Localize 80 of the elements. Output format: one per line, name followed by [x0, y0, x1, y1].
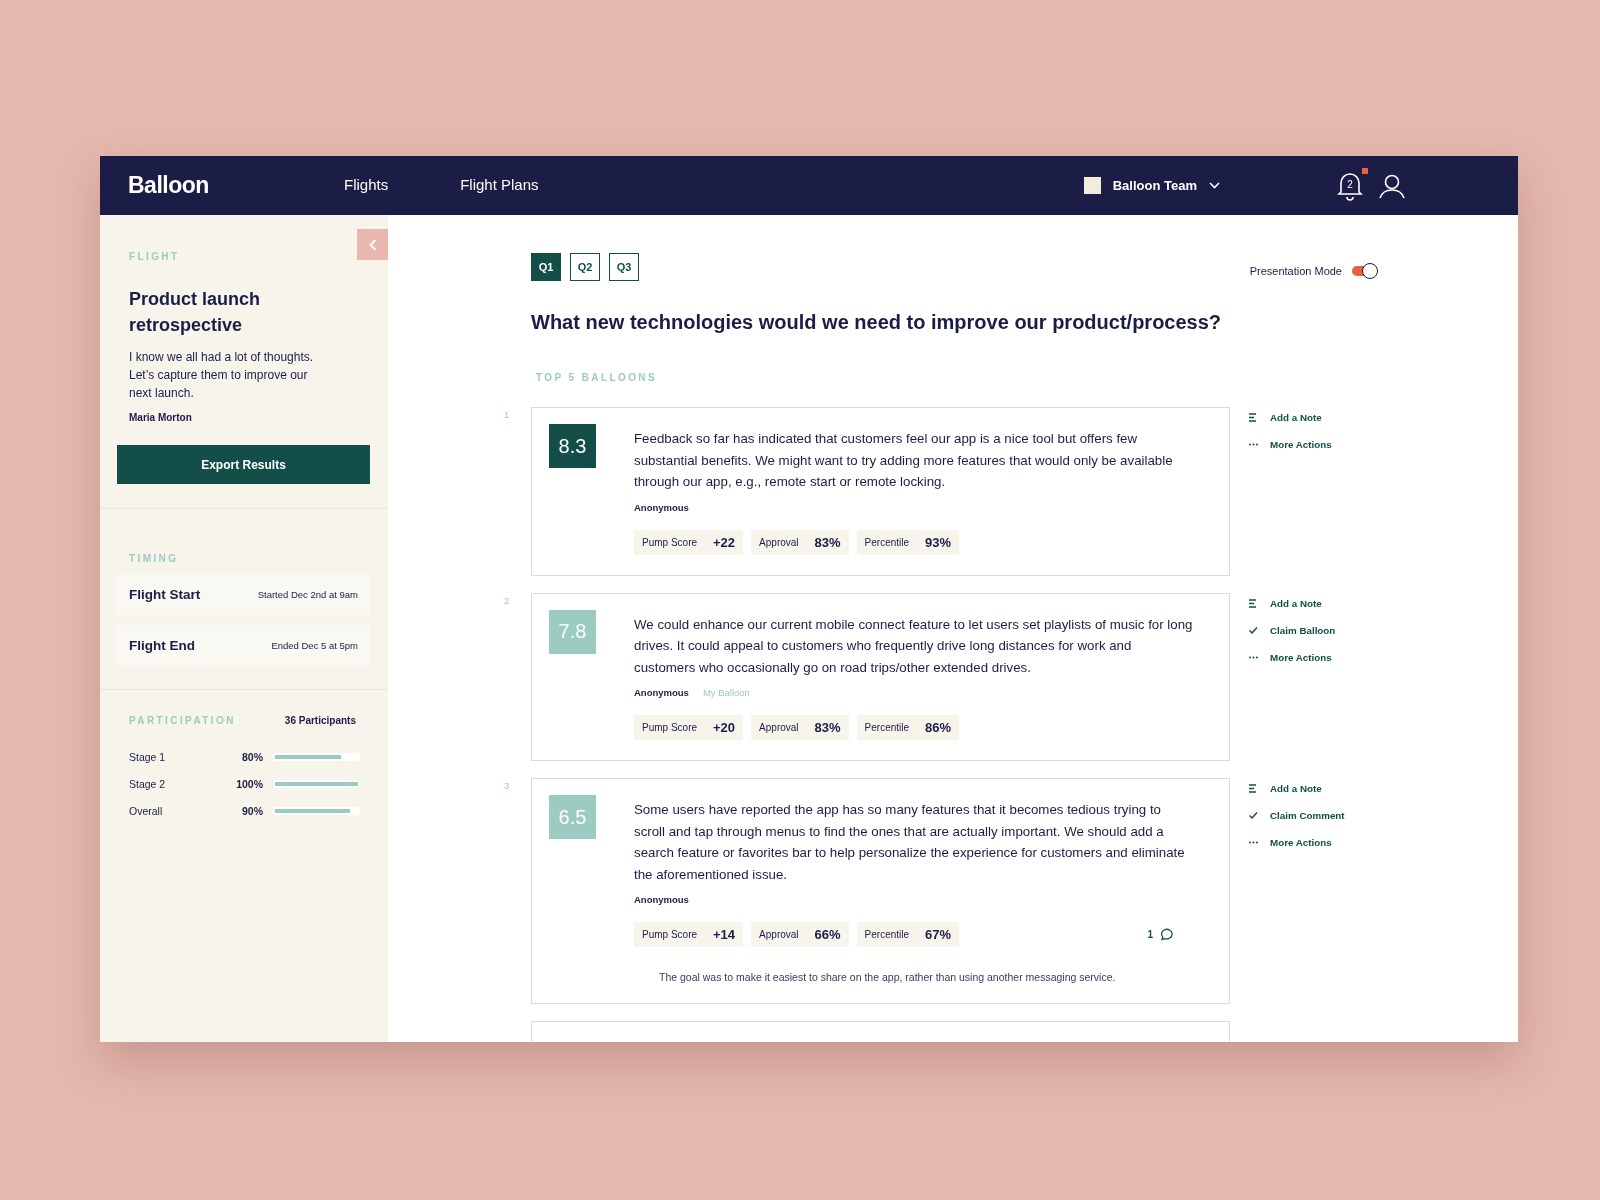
comments-button[interactable]: 1: [1147, 928, 1173, 941]
stat-value: 83%: [814, 720, 841, 735]
nav-link[interactable]: Flight Plans: [460, 172, 539, 199]
stage-percent: 100%: [235, 778, 263, 790]
timing-name: Flight End: [129, 638, 195, 653]
stat-value: 83%: [814, 534, 841, 550]
action-link[interactable]: More Actions: [1249, 835, 1345, 850]
stat-value: +14: [713, 927, 736, 942]
export-button[interactable]: Export Results: [117, 445, 370, 484]
question-tab[interactable]: Q2: [570, 253, 600, 281]
flight-description: I know we all had a lot of thoughts. Let’s capture them to improve our next launch.: [129, 349, 315, 402]
team-selector[interactable]: Balloon Team: [1083, 177, 1220, 194]
question-tab[interactable]: Q3: [609, 253, 639, 281]
author-name: Maria Morton: [129, 412, 193, 423]
stat-label: Pump Score: [642, 536, 698, 548]
lines-icon: [1249, 784, 1258, 793]
stat-label: Percentile: [864, 722, 910, 733]
section-label: TOP 5 BALLOONS: [536, 372, 659, 383]
score-badge: 7.8: [549, 609, 596, 654]
timing-name: Flight Start: [129, 587, 201, 602]
chevron-down-icon: [1209, 182, 1220, 189]
action-link[interactable]: Claim Comment: [1249, 808, 1345, 823]
section-label: PARTICIPATION: [129, 715, 236, 726]
stat-value: +22: [713, 534, 736, 550]
stat-value: 86%: [925, 720, 952, 735]
section-label: FLIGHT: [129, 251, 181, 262]
balloon-tag: My Balloon: [702, 687, 750, 698]
rank-number: 1: [504, 409, 510, 420]
action-link[interactable]: Claim Balloon: [1249, 622, 1336, 638]
balloon-text: Feedback so far has indicated that customers feel our app is a nice tool but offers few substantial benefits. We might want to try adding more features that would only be available through our app, e.g., remote start or remote locking.: [634, 430, 1174, 491]
check-icon: [1249, 625, 1258, 635]
stat-label: Pump Score: [642, 929, 698, 940]
action-link[interactable]: Add a Note: [1249, 410, 1332, 425]
presentation-toggle[interactable]: [1352, 263, 1378, 279]
stage-percent: 90%: [241, 805, 263, 817]
action-link[interactable]: More Actions: [1249, 437, 1332, 452]
score-badge: 8.3: [549, 424, 596, 468]
stat-label: Approval: [759, 536, 799, 548]
rank-number: 3: [504, 780, 510, 791]
stage-name: Overall: [129, 805, 164, 817]
timing-value: Ended Dec 5 at 5pm: [271, 640, 358, 651]
logo: Balloon: [128, 172, 210, 199]
nav-link[interactable]: Flights: [344, 172, 389, 199]
action-link[interactable]: Add a Note: [1249, 595, 1336, 611]
balloon-text: We could enhance our current mobile connect feature to let users set playlists of music for long drives. It could appeal to customers who frequently drive long distances for work and customers who occasionally go on road trips/other extended drives.: [634, 615, 1194, 677]
author-name: Anonymous: [634, 501, 689, 513]
user-icon: [1379, 172, 1405, 199]
speech-bubble-icon: [1159, 928, 1173, 941]
stat-label: Pump Score: [642, 722, 698, 733]
participant-count: 36 Participants: [284, 715, 356, 726]
stat-value: +20: [713, 720, 736, 735]
stat-label: Percentile: [864, 929, 910, 940]
stat-value: 67%: [925, 927, 952, 942]
note-text: The goal was to make it easiest to share on the app, rather than using another messaging service.: [659, 971, 1117, 983]
flight-title: Product launch retrospective: [129, 288, 261, 337]
team-swatch: [1083, 177, 1101, 194]
balloon-text: Some users have reported the app has so many features that it becomes tedious trying to scroll and tap through menus to find the ones that are actually important. We should add a search feature or favorites bar to help personalize the experience for customers and eliminate the aforementioned issue.: [634, 801, 1186, 884]
presentation-mode-label: Presentation Mode: [1249, 265, 1342, 277]
stat-value: 93%: [925, 534, 952, 550]
question-title: What new technologies would we need to improve our product/process?: [531, 311, 1223, 334]
action-link[interactable]: Add a Note: [1249, 781, 1345, 796]
score-badge: 6.5: [549, 795, 596, 839]
lines-icon: [1249, 598, 1258, 608]
stat-label: Approval: [759, 722, 799, 733]
stage-name: Stage 1: [129, 751, 167, 763]
action-link[interactable]: More Actions: [1249, 649, 1336, 665]
author-name: Anonymous: [634, 894, 689, 905]
stage-name: Stage 2: [129, 778, 167, 790]
stat-label: Approval: [759, 929, 799, 940]
lines-icon: [1249, 413, 1258, 422]
stage-percent: 80%: [241, 751, 263, 763]
section-label: TIMING: [129, 553, 180, 564]
author-name: Anonymous: [634, 687, 689, 698]
chevron-left-icon: [368, 238, 377, 251]
question-tab[interactable]: Q1: [531, 253, 561, 281]
stat-label: Percentile: [864, 536, 910, 548]
stat-value: 66%: [814, 927, 841, 942]
rank-number: 2: [504, 594, 510, 606]
check-icon: [1249, 811, 1258, 820]
timing-value: Started Dec 2nd at 9am: [257, 589, 358, 600]
